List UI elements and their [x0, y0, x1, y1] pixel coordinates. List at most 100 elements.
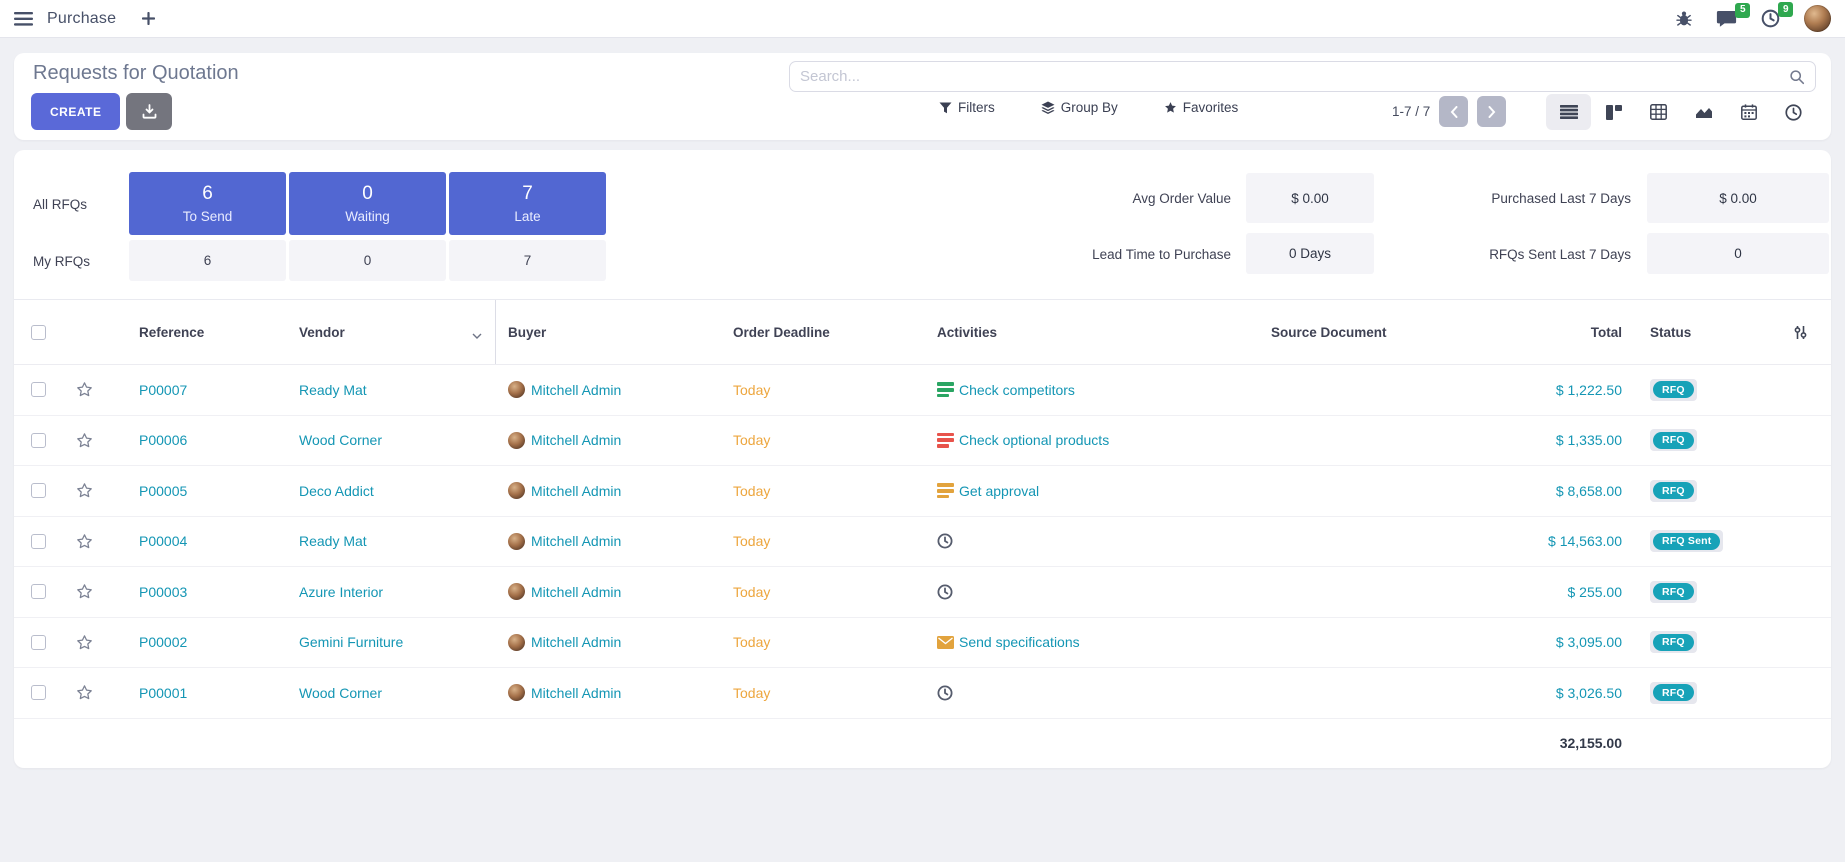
favorite-star-icon[interactable] [59, 416, 109, 466]
column-header-status[interactable]: Status [1624, 300, 1769, 364]
column-header-order-deadline[interactable]: Order Deadline [714, 300, 929, 364]
reference-link[interactable]: P00001 [139, 685, 187, 701]
column-header-vendor[interactable]: Vendor [284, 300, 496, 364]
new-tab-plus-icon[interactable] [142, 12, 155, 25]
activity-cell[interactable] [937, 584, 953, 600]
favorite-star-icon[interactable] [59, 365, 109, 415]
group-by-menu[interactable]: Group By [1041, 100, 1118, 115]
reference-link[interactable]: P00006 [139, 432, 187, 448]
table-row[interactable]: P00001 Wood Corner Mitchell Admin Today … [14, 668, 1831, 719]
vendor-link[interactable]: Gemini Furniture [299, 634, 403, 650]
filters-menu[interactable]: Filters [939, 100, 995, 115]
vendor-link[interactable]: Wood Corner [299, 432, 382, 448]
search-input[interactable] [800, 68, 1789, 85]
activity-cell[interactable]: Get approval [937, 483, 1039, 499]
column-header-reference[interactable]: Reference [109, 300, 284, 364]
column-header-source-document[interactable]: Source Document [1264, 300, 1464, 364]
create-button[interactable]: CREATE [31, 93, 120, 130]
view-graph-button[interactable] [1681, 94, 1726, 130]
row-checkbox[interactable] [31, 635, 46, 650]
lead-time-value[interactable]: 0 Days [1246, 233, 1374, 274]
activity-cell[interactable] [937, 533, 953, 549]
vendor-link[interactable]: Wood Corner [299, 685, 382, 701]
tasks-icon [937, 433, 954, 448]
buyer-link[interactable]: Mitchell Admin [531, 685, 621, 701]
pager-previous-button[interactable] [1439, 96, 1468, 127]
tile-waiting[interactable]: 0 Waiting [289, 172, 446, 235]
column-header-activities[interactable]: Activities [929, 300, 1264, 364]
pager: 1-7 / 7 [1392, 96, 1506, 127]
view-pivot-button[interactable] [1636, 94, 1681, 130]
favorite-star-icon[interactable] [59, 668, 109, 718]
row-checkbox[interactable] [31, 382, 46, 397]
buyer-link[interactable]: Mitchell Admin [531, 634, 621, 650]
search-bar[interactable] [789, 61, 1816, 92]
favorite-star-icon[interactable] [59, 466, 109, 516]
table-row[interactable]: P00007 Ready Mat Mitchell Admin Today Ch… [14, 365, 1831, 416]
avg-order-value-value[interactable]: $ 0.00 [1246, 173, 1374, 223]
favorite-star-icon[interactable] [59, 567, 109, 617]
reference-link[interactable]: P00004 [139, 533, 187, 549]
column-header-total[interactable]: Total [1464, 300, 1624, 364]
pager-next-button[interactable] [1477, 96, 1506, 127]
debug-bug-icon[interactable] [1676, 10, 1692, 27]
tile-my-waiting[interactable]: 0 [289, 240, 446, 281]
activity-cell[interactable]: Check competitors [937, 382, 1075, 398]
reference-link[interactable]: P00003 [139, 584, 187, 600]
export-button[interactable] [126, 93, 172, 130]
buyer-link[interactable]: Mitchell Admin [531, 432, 621, 448]
column-header-buyer[interactable]: Buyer [496, 300, 714, 364]
table-row[interactable]: P00002 Gemini Furniture Mitchell Admin T… [14, 618, 1831, 669]
tile-my-to-send[interactable]: 6 [129, 240, 286, 281]
activities-clock-icon[interactable]: 9 [1761, 9, 1780, 28]
buyer-link[interactable]: Mitchell Admin [531, 483, 621, 499]
vendor-link[interactable]: Ready Mat [299, 382, 367, 398]
activity-cell[interactable]: Send specifications [937, 634, 1080, 650]
view-activity-button[interactable] [1771, 94, 1816, 130]
row-checkbox[interactable] [31, 584, 46, 599]
table-row[interactable]: P00005 Deco Addict Mitchell Admin Today … [14, 466, 1831, 517]
table-row[interactable]: P00003 Azure Interior Mitchell Admin Tod… [14, 567, 1831, 618]
table-row[interactable]: P00004 Ready Mat Mitchell Admin Today $ … [14, 517, 1831, 568]
messages-icon[interactable]: 5 [1716, 10, 1737, 28]
favorite-star-icon[interactable] [59, 517, 109, 567]
row-checkbox[interactable] [31, 433, 46, 448]
envelope-icon [937, 636, 954, 649]
optional-columns-button[interactable] [1769, 300, 1831, 364]
table-row[interactable]: P00006 Wood Corner Mitchell Admin Today … [14, 416, 1831, 467]
row-checkbox[interactable] [31, 685, 46, 700]
app-name[interactable]: Purchase [47, 10, 116, 28]
activity-cell[interactable] [937, 685, 953, 701]
purchased-last-7-days-value[interactable]: $ 0.00 [1647, 173, 1829, 223]
tile-to-send[interactable]: 6 To Send [129, 172, 286, 235]
view-list-button[interactable] [1546, 94, 1591, 130]
view-kanban-button[interactable] [1591, 94, 1636, 130]
row-checkbox[interactable] [31, 483, 46, 498]
vendor-link[interactable]: Azure Interior [299, 584, 383, 600]
vendor-link[interactable]: Deco Addict [299, 483, 374, 499]
apps-menu-icon[interactable] [14, 12, 33, 26]
activity-cell[interactable]: Check optional products [937, 432, 1109, 448]
user-avatar[interactable] [1804, 5, 1831, 32]
view-calendar-button[interactable] [1726, 94, 1771, 130]
late-caption: Late [514, 209, 540, 224]
reference-link[interactable]: P00002 [139, 634, 187, 650]
vendor-link[interactable]: Ready Mat [299, 533, 367, 549]
reference-link[interactable]: P00007 [139, 382, 187, 398]
row-checkbox[interactable] [31, 534, 46, 549]
rfqs-sent-last-7-days-value[interactable]: 0 [1647, 233, 1829, 274]
tile-late[interactable]: 7 Late [449, 172, 606, 235]
reference-link[interactable]: P00005 [139, 483, 187, 499]
waiting-count: 0 [362, 183, 373, 205]
sort-chevron-down-icon[interactable] [472, 327, 482, 342]
buyer-link[interactable]: Mitchell Admin [531, 533, 621, 549]
purchase-app-page: { "navbar": { "app_name": "Purchase", "m… [0, 0, 1845, 862]
star-column-header [59, 300, 109, 364]
select-all-checkbox[interactable] [31, 325, 46, 340]
buyer-link[interactable]: Mitchell Admin [531, 584, 621, 600]
lead-time-label: Lead Time to Purchase [914, 247, 1231, 262]
buyer-link[interactable]: Mitchell Admin [531, 382, 621, 398]
favorites-menu[interactable]: Favorites [1164, 100, 1239, 115]
tile-my-late[interactable]: 7 [449, 240, 606, 281]
favorite-star-icon[interactable] [59, 618, 109, 668]
